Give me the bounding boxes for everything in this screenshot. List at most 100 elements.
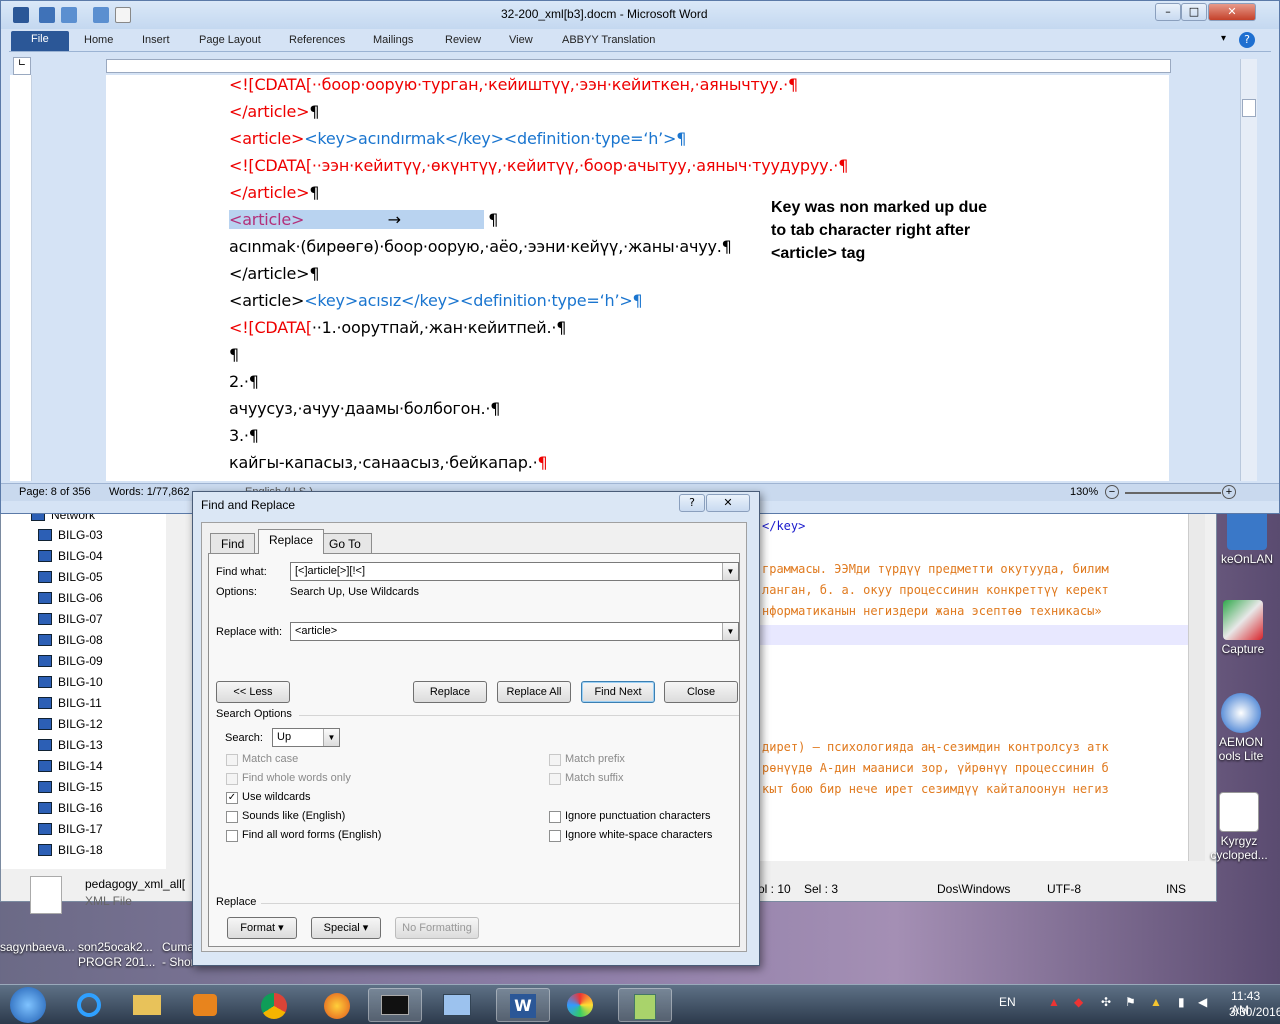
chrome-icon[interactable]	[247, 988, 301, 1022]
desktop-label-sagynbaeva[interactable]: sagynbaeva...	[0, 940, 75, 954]
tree-node-computer[interactable]: BILG-12	[38, 717, 103, 731]
language-indicator[interactable]: EN	[999, 995, 1016, 1009]
undo-icon[interactable]	[61, 7, 77, 23]
tab-page-layout[interactable]: Page Layout	[199, 34, 261, 46]
ignore-punct-checkbox[interactable]	[549, 811, 561, 823]
help-button[interactable]: ?	[679, 494, 705, 512]
chevron-down-icon[interactable]: ▼	[722, 623, 738, 640]
maximize-button[interactable]: □	[1181, 3, 1207, 21]
help-icon[interactable]: ?	[1239, 32, 1255, 48]
chevron-down-icon[interactable]: ▼	[722, 563, 738, 580]
replace-with-input[interactable]: <article> ▼	[290, 622, 739, 641]
tab-abbyy[interactable]: ABBYY Translation	[562, 34, 655, 46]
media-player-icon[interactable]	[178, 988, 232, 1022]
flag-icon[interactable]: ⚑	[1125, 995, 1136, 1009]
desktop-label-son25ocak[interactable]: son25ocak2... PROGR 201...	[78, 940, 155, 970]
replace-all-button[interactable]: Replace All	[497, 681, 571, 703]
tree-node-computer[interactable]: BILG-17	[38, 822, 103, 836]
tab-view[interactable]: View	[509, 34, 533, 46]
notepadpp-icon[interactable]	[618, 988, 672, 1022]
close-button[interactable]: ✕	[1208, 3, 1256, 21]
zoom-out-icon[interactable]: −	[1105, 485, 1119, 499]
tree-node-computer[interactable]: BILG-07	[38, 612, 103, 626]
replace-button[interactable]: Replace	[413, 681, 487, 703]
tree-node-computer[interactable]: BILG-06	[38, 591, 103, 605]
find-what-input[interactable]: [<]article[>][!<] ▼	[290, 562, 739, 581]
document-line[interactable]: ачуусуз,·ачуу·даамы·болбогон.·¶	[229, 399, 500, 418]
search-direction-select[interactable]: Up ▼	[272, 728, 340, 747]
tab-mailings[interactable]: Mailings	[373, 34, 413, 46]
clock-date[interactable]: 3/30/2016	[1229, 1005, 1280, 1019]
zoom-level[interactable]: 130%	[1070, 486, 1098, 498]
desktop-icon-kyrgyz[interactable]: Kyrgyz cycloped...	[1208, 792, 1270, 862]
ie-icon[interactable]	[62, 988, 116, 1022]
tab-insert[interactable]: Insert	[142, 34, 170, 46]
sounds-like-checkbox[interactable]	[226, 811, 238, 823]
new-doc-icon[interactable]	[115, 7, 131, 23]
word-logo-icon[interactable]	[13, 7, 29, 23]
word-taskbar-icon[interactable]: W	[496, 988, 550, 1022]
tab-home[interactable]: Home	[84, 34, 113, 46]
minimize-button[interactable]: –	[1155, 3, 1181, 21]
desktop-icon-capture[interactable]: Capture	[1212, 600, 1274, 656]
status-page[interactable]: Page: 8 of 356	[19, 486, 91, 498]
chevron-down-icon[interactable]: ▼	[323, 729, 339, 746]
network-tray-icon[interactable]: ✣	[1101, 995, 1111, 1009]
paint-icon[interactable]	[553, 988, 607, 1022]
tab-find[interactable]: Find	[210, 533, 256, 553]
tree-node-computer[interactable]: BILG-09	[38, 654, 103, 668]
cmd-icon[interactable]	[368, 988, 422, 1022]
match-suffix-checkbox[interactable]	[549, 773, 561, 785]
zoom-in-icon[interactable]: +	[1222, 485, 1236, 499]
tree-node-computer[interactable]: BILG-11	[38, 696, 102, 710]
tab-replace[interactable]: Replace	[258, 529, 325, 554]
document-line[interactable]: </article>¶	[229, 264, 320, 283]
document-line[interactable]: <![CDATA[··боор·оорую·турган,·кейиштүү,·…	[229, 75, 798, 94]
tab-goto[interactable]: Go To	[318, 533, 372, 553]
match-case-checkbox[interactable]	[226, 754, 238, 766]
code-editor[interactable]: </key> граммасы. ЭЭМди түрдүү предметти …	[756, 511, 1188, 861]
tree-node-computer[interactable]: BILG-03	[38, 528, 103, 542]
tree-node-computer[interactable]: BILG-08	[38, 633, 103, 647]
tab-selector-icon[interactable]: ∟	[13, 57, 31, 75]
vertical-scrollbar[interactable]	[1240, 59, 1257, 481]
save-icon[interactable]	[39, 7, 55, 23]
tree-node-computer[interactable]: BILG-15	[38, 780, 103, 794]
use-wildcards-checkbox[interactable]: ✓	[226, 792, 238, 804]
horizontal-ruler[interactable]	[106, 59, 1171, 73]
scroll-thumb[interactable]	[1242, 99, 1256, 117]
tree-node-computer[interactable]: BILG-16	[38, 801, 103, 815]
ribbon-collapse-icon[interactable]: ▾	[1221, 33, 1226, 44]
document-line[interactable]: </article>¶	[229, 102, 320, 121]
document-line[interactable]: </article>¶	[229, 183, 320, 202]
remote-desktop-icon[interactable]	[430, 988, 484, 1022]
status-words[interactable]: Words: 1/77,862	[109, 486, 190, 498]
document-line[interactable]: <article><key>acındırmak</key><definitio…	[229, 129, 686, 148]
desktop-icon-daemon[interactable]: AEMON ools Lite	[1210, 693, 1272, 763]
redo-icon[interactable]	[93, 7, 109, 23]
whole-words-checkbox[interactable]	[226, 773, 238, 785]
tree-node-computer[interactable]: BILG-10	[38, 675, 103, 689]
find-next-button[interactable]: Find Next	[581, 681, 655, 703]
special-button[interactable]: Special ▾	[311, 917, 381, 939]
document-line[interactable]: <article> → ¶	[229, 210, 498, 229]
tree-node-computer[interactable]: BILG-04	[38, 549, 103, 563]
dialog-close-icon[interactable]: ✕	[706, 494, 750, 512]
document-line[interactable]: 3.·¶	[229, 426, 259, 445]
tree-node-computer[interactable]: BILG-13	[38, 738, 103, 752]
avira-icon[interactable]: ◆	[1074, 995, 1083, 1009]
document-line[interactable]: <![CDATA[··1.·оорутпай,·жан·кейитпей.·¶	[229, 318, 566, 337]
document-line[interactable]: 2.·¶	[229, 372, 259, 391]
document-line[interactable]: acınmak·(бирөөгө)·боор·оорую,·аёо,·ээни·…	[229, 237, 732, 256]
document-line[interactable]: <![CDATA[··ээн·кейитүү,·өкүнтүү,·кейитүү…	[229, 156, 848, 175]
wifi-icon[interactable]: ▮	[1178, 995, 1185, 1009]
document-line[interactable]: ¶	[229, 345, 239, 364]
tab-references[interactable]: References	[289, 34, 345, 46]
google-drive-icon[interactable]: ▲	[1150, 995, 1162, 1009]
tree-node-computer[interactable]: BILG-05	[38, 570, 103, 584]
tree-node-computer[interactable]: BILG-14	[38, 759, 103, 773]
editor-scrollbar[interactable]	[1188, 511, 1205, 861]
desktop-icon-wakeonlan[interactable]: keOnLAN	[1216, 510, 1278, 566]
match-prefix-checkbox[interactable]	[549, 754, 561, 766]
tree-node-computer[interactable]: BILG-18	[38, 843, 103, 857]
